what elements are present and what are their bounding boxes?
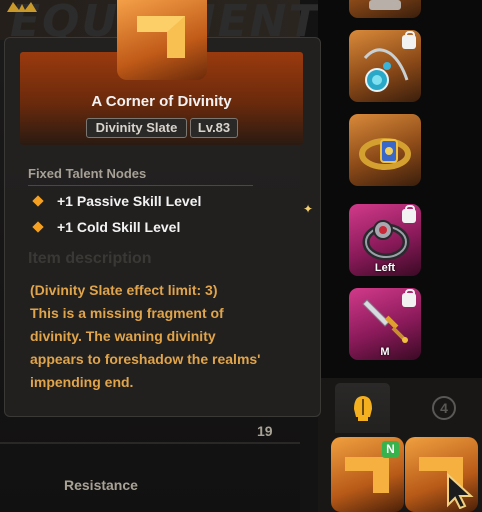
tab-circled-number[interactable]: 4 [430, 394, 458, 429]
amulet-slot[interactable] [349, 30, 421, 102]
talent-node: +1 Passive Skill Level [32, 193, 201, 209]
lock-icon [402, 205, 416, 223]
circled-number-icon: 4 [432, 396, 456, 420]
description-line: appears to foreshadow the realms' [30, 351, 261, 367]
lock-icon [402, 289, 416, 307]
tab-helmet[interactable] [335, 383, 390, 433]
cursor-icon [447, 473, 474, 509]
ring-icon [359, 138, 411, 170]
new-badge: N [382, 441, 399, 458]
section-title: Item description [28, 250, 152, 267]
description-line: divinity. The waning divinity [30, 328, 216, 344]
helmet-icon [354, 396, 372, 421]
slate-fragment-icon [345, 457, 389, 493]
slate-fragment-icon [137, 16, 185, 58]
diamond-icon [32, 221, 44, 233]
sparkle-icon: ✦ [303, 202, 314, 216]
description-line: This is a missing fragment of [30, 305, 224, 321]
equipment-slot-top[interactable] [349, 0, 421, 18]
item-icon-frame [117, 0, 207, 80]
ring-left-slot[interactable]: Left [349, 204, 421, 276]
item-type-tag: Divinity Slate [86, 118, 187, 138]
tab-number: 4 [440, 400, 448, 416]
talent-node: +1 Cold Skill Level [32, 219, 180, 235]
divider [28, 185, 253, 186]
description-line: impending end. [30, 374, 134, 390]
item-description: (Divinity Slate effect limit: 3) This is… [30, 279, 305, 394]
slot-label: M [380, 346, 390, 358]
item-level-tag: Lv.83 [190, 118, 238, 138]
diamond-icon [32, 195, 44, 207]
lock-icon [402, 31, 416, 49]
emblem-icon [7, 2, 37, 12]
stat-value: 19 [257, 423, 273, 439]
divider [0, 442, 300, 444]
slot-label: Left [374, 262, 396, 274]
description-line: (Divinity Slate effect limit: 3) [30, 282, 218, 298]
item-icon [369, 0, 401, 10]
weapon-slot[interactable]: M [349, 288, 421, 360]
section-title: Fixed Talent Nodes [28, 166, 147, 181]
ring-slot[interactable] [349, 114, 421, 186]
resistance-label: Resistance [64, 477, 138, 493]
item-name: A Corner of Divinity [91, 93, 232, 110]
slate-slot-2[interactable] [405, 437, 478, 512]
